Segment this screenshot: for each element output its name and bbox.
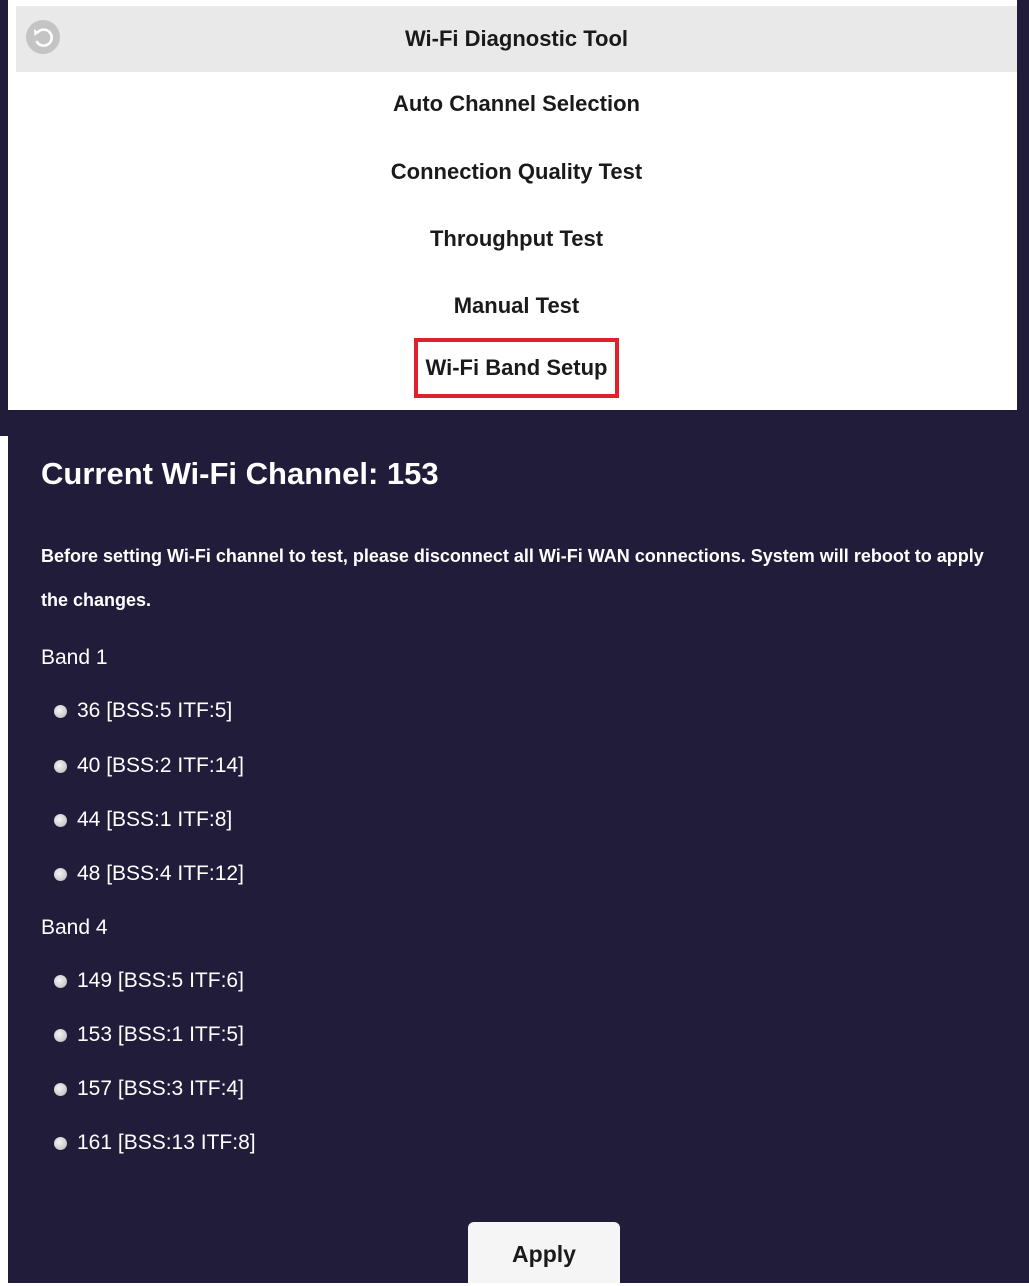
menu-item-connection-quality-test[interactable]: Connection Quality Test xyxy=(16,152,1017,192)
back-arrow-icon xyxy=(34,28,53,47)
band-4-label: Band 4 xyxy=(41,916,108,939)
menu-item-label: Wi-Fi Band Setup xyxy=(413,338,620,398)
page-title: Current Wi-Fi Channel: 153 xyxy=(41,456,439,491)
frame-left-edge xyxy=(0,0,8,436)
channel-radio-44[interactable]: 44 [BSS:1 ITF:8] xyxy=(54,805,232,835)
radio-button[interactable] xyxy=(54,867,67,881)
radio-button[interactable] xyxy=(54,1136,67,1150)
channel-option-label: 44 [BSS:1 ITF:8] xyxy=(77,808,233,831)
radio-button[interactable] xyxy=(54,704,67,718)
menu-item-auto-channel-selection[interactable]: Auto Channel Selection xyxy=(16,84,1017,124)
channel-radio-157[interactable]: 157 [BSS:3 ITF:4] xyxy=(54,1074,244,1104)
channel-option-label: 36 [BSS:5 ITF:5] xyxy=(77,699,233,722)
channel-radio-36[interactable]: 36 [BSS:5 ITF:5] xyxy=(54,696,232,726)
menu-header: Wi-Fi Diagnostic Tool xyxy=(16,6,1017,72)
frame-right-edge xyxy=(1017,0,1029,410)
menu-item-wifi-band-setup[interactable]: Wi-Fi Band Setup xyxy=(16,338,1017,410)
menu-item-label: Connection Quality Test xyxy=(390,159,643,184)
band-1-label: Band 1 xyxy=(41,646,108,669)
channel-option-label: 157 [BSS:3 ITF:4] xyxy=(77,1077,244,1100)
channel-radio-161[interactable]: 161 [BSS:13 ITF:8] xyxy=(54,1128,256,1158)
radio-button[interactable] xyxy=(54,974,67,988)
diagnostic-menu: Wi-Fi Diagnostic Tool Auto Channel Selec… xyxy=(16,6,1017,410)
radio-button[interactable] xyxy=(54,813,67,827)
channel-option-label: 149 [BSS:5 ITF:6] xyxy=(77,969,244,992)
back-button[interactable] xyxy=(26,20,60,54)
channel-radio-149[interactable]: 149 [BSS:5 ITF:6] xyxy=(54,966,244,996)
channel-option-label: 40 [BSS:2 ITF:14] xyxy=(77,754,244,777)
channel-radio-40[interactable]: 40 [BSS:2 ITF:14] xyxy=(54,751,244,781)
apply-button[interactable]: Apply xyxy=(468,1222,620,1283)
channel-setup-panel: Current Wi-Fi Channel: 153 Before settin… xyxy=(8,410,1029,1283)
menu-item-label: Manual Test xyxy=(453,293,580,318)
radio-button[interactable] xyxy=(54,759,67,773)
radio-button[interactable] xyxy=(54,1082,67,1096)
channel-option-label: 48 [BSS:4 ITF:12] xyxy=(77,862,244,885)
channel-radio-153[interactable]: 153 [BSS:1 ITF:5] xyxy=(54,1020,244,1050)
menu-item-label: Auto Channel Selection xyxy=(393,91,640,116)
channel-radio-48[interactable]: 48 [BSS:4 ITF:12] xyxy=(54,859,244,889)
menu-title: Wi-Fi Diagnostic Tool xyxy=(404,26,629,51)
reboot-notice: Before setting Wi-Fi channel to test, pl… xyxy=(41,546,984,610)
menu-item-manual-test[interactable]: Manual Test xyxy=(16,286,1017,326)
channel-option-label: 153 [BSS:1 ITF:5] xyxy=(77,1023,244,1046)
menu-item-label: Throughput Test xyxy=(429,226,604,251)
menu-item-throughput-test[interactable]: Throughput Test xyxy=(16,219,1017,259)
radio-button[interactable] xyxy=(54,1028,67,1042)
channel-option-label: 161 [BSS:13 ITF:8] xyxy=(77,1131,256,1154)
